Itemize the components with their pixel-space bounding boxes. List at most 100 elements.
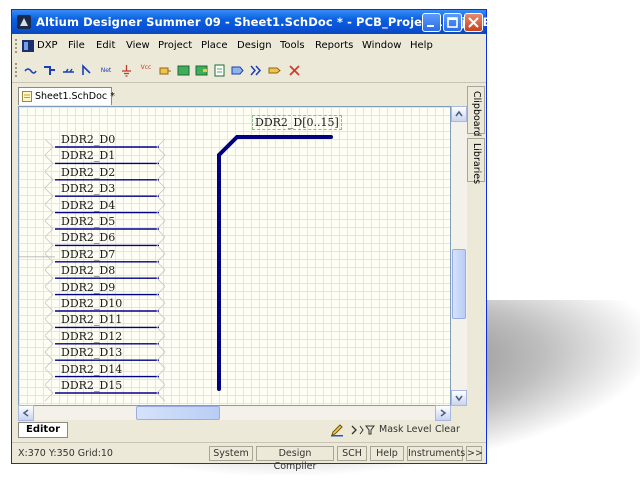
side-tab-clipboard-label: Clipboard <box>471 91 482 137</box>
mask-level-button[interactable]: Mask Level <box>379 422 432 438</box>
pencil-icon[interactable] <box>330 423 344 437</box>
left-entry-marker[interactable] <box>44 368 54 385</box>
net-label-text-icon[interactable]: Net <box>98 64 114 77</box>
net-label-12[interactable]: DDR2_D12 <box>61 330 131 344</box>
bottom-tab-bar: Editor Mask Level Clear <box>12 421 486 439</box>
gnd-port-icon[interactable] <box>120 64 133 77</box>
horizontal-scroll-thumb[interactable] <box>136 406 220 420</box>
net-label-8[interactable]: DDR2_D8 <box>61 264 131 278</box>
left-entry-marker[interactable] <box>44 302 54 320</box>
menubar-grip[interactable] <box>15 39 20 53</box>
status-system-button[interactable]: System <box>209 446 253 461</box>
side-tab-libraries-label: Libraries <box>471 143 482 185</box>
net-label-2[interactable]: DDR2_D2 <box>61 166 131 180</box>
sheet-entry-icon[interactable] <box>195 64 208 77</box>
filter-icon[interactable] <box>350 423 378 437</box>
vertical-scroll-thumb[interactable] <box>452 249 466 319</box>
left-entry-marker[interactable] <box>44 204 54 221</box>
left-entry-marker[interactable] <box>44 269 54 287</box>
harness-icon[interactable] <box>249 64 262 77</box>
menu-place[interactable]: Place <box>201 40 228 51</box>
left-entry-marker[interactable] <box>44 351 54 369</box>
maximize-button[interactable] <box>443 13 462 32</box>
net-label-5[interactable]: DDR2_D5 <box>61 215 131 229</box>
net-label-6[interactable]: DDR2_D6 <box>61 231 131 245</box>
left-entry-marker[interactable] <box>44 138 54 156</box>
scroll-right-button[interactable] <box>435 405 451 421</box>
part-icon[interactable] <box>158 64 171 77</box>
menu-dxp[interactable]: DXP <box>37 40 58 51</box>
net-label-tool-icon[interactable] <box>81 64 94 77</box>
menu-tools[interactable]: Tools <box>280 40 305 51</box>
data-bus[interactable] <box>217 135 333 391</box>
clear-button[interactable]: Clear <box>435 422 460 438</box>
net-label-3[interactable]: DDR2_D3 <box>61 182 131 196</box>
status-help-button[interactable]: Help <box>370 446 404 461</box>
bus-entry-icon[interactable] <box>62 64 75 77</box>
arrow-up-icon <box>455 110 463 117</box>
status-sch-button[interactable]: SCH <box>337 446 367 461</box>
status-more-button[interactable]: >> <box>466 446 483 461</box>
left-entry-marker[interactable] <box>44 335 54 353</box>
net-label-11[interactable]: DDR2_D11 <box>61 313 131 327</box>
left-entry-marker[interactable] <box>44 319 54 336</box>
tab-editor[interactable]: Editor <box>18 422 68 438</box>
cursor-coordinates: X:370 Y:350 Grid:10 <box>18 448 113 459</box>
menu-edit[interactable]: Edit <box>96 40 115 51</box>
left-entry-marker[interactable] <box>44 286 54 303</box>
status-instruments-button[interactable]: Instruments <box>407 446 465 461</box>
net-label-0[interactable]: DDR2_D0 <box>61 133 131 147</box>
menu-project[interactable]: Project <box>158 40 192 51</box>
no-erc-icon[interactable] <box>288 64 301 77</box>
dxp-icon <box>22 40 34 52</box>
tab-sheet1-schdoc[interactable]: Sheet1.SchDoc * <box>18 87 115 105</box>
port-icon[interactable] <box>231 64 244 77</box>
side-tab-libraries[interactable]: Libraries <box>467 138 485 185</box>
schematic-canvas[interactable]: DDR2_D0 DDR2_D1 DDR2_D2 DDR2_D3 DDR2_D4 DDR2_… <box>18 106 451 406</box>
left-entry-marker[interactable] <box>44 220 54 238</box>
left-entry-marker[interactable] <box>44 155 54 172</box>
sheet-symbol-icon[interactable] <box>177 64 190 77</box>
net-label-9[interactable]: DDR2_D9 <box>61 281 131 295</box>
horizontal-scrollbar[interactable] <box>18 405 451 421</box>
side-tab-clipboard[interactable]: Clipboard <box>467 86 485 137</box>
left-entry-marker[interactable] <box>44 171 54 189</box>
directive-icon[interactable] <box>268 64 281 77</box>
toolbar-grip[interactable] <box>15 63 20 77</box>
arrow-down-icon <box>455 395 463 402</box>
scroll-left-button[interactable] <box>18 405 34 421</box>
left-entry-marker[interactable] <box>44 187 54 205</box>
bus-icon[interactable] <box>43 64 56 77</box>
menu-window[interactable]: Window <box>362 40 401 51</box>
net-label-10[interactable]: DDR2_D10 <box>61 297 131 311</box>
close-button[interactable] <box>464 13 483 32</box>
net-label-14[interactable]: DDR2_D14 <box>61 363 131 377</box>
app-window: Altium Designer Summer 09 - Sheet1.SchDo… <box>11 9 505 472</box>
minimize-button[interactable] <box>422 13 441 32</box>
arrow-right-icon <box>440 409 447 417</box>
net-label-4[interactable]: DDR2_D4 <box>61 199 131 213</box>
net-label-1[interactable]: DDR2_D1 <box>61 149 131 163</box>
menu-file[interactable]: File <box>68 40 85 51</box>
scroll-up-button[interactable] <box>451 106 467 122</box>
schematic-document-icon <box>22 91 32 102</box>
close-icon <box>468 17 479 28</box>
left-entry-marker[interactable] <box>44 237 54 254</box>
net-label-7[interactable]: DDR2_D7 <box>61 248 131 262</box>
status-design-compiler-button[interactable]: Design Compiler <box>256 446 334 472</box>
menu-reports[interactable]: Reports <box>315 40 353 51</box>
wire-icon[interactable] <box>24 64 37 77</box>
net-label-15[interactable]: DDR2_D15 <box>61 379 131 393</box>
net-label-13[interactable]: DDR2_D13 <box>61 346 131 360</box>
scroll-down-button[interactable] <box>451 390 467 406</box>
title-bar[interactable]: Altium Designer Summer 09 - Sheet1.SchDo… <box>12 10 505 34</box>
vertical-scrollbar[interactable] <box>451 106 467 406</box>
menu-design[interactable]: Design <box>237 40 272 51</box>
left-entry-marker[interactable] <box>44 384 54 402</box>
left-entry-marker[interactable] <box>44 253 54 271</box>
bus-net-label[interactable]: DDR2_D[0..15] <box>252 115 342 130</box>
menu-view[interactable]: View <box>126 40 150 51</box>
menu-help[interactable]: Help <box>410 40 433 51</box>
device-sheet-icon[interactable] <box>213 64 226 77</box>
vcc-port-icon[interactable]: Vcc <box>138 61 154 74</box>
